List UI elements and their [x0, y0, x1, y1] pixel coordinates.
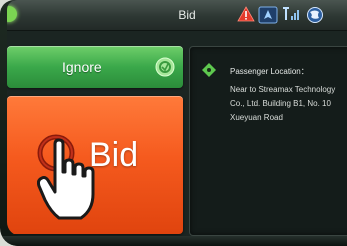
passenger-info-panel: Passenger Location： Near to Streamax Tec… — [189, 46, 347, 236]
ignore-button[interactable]: Ignore — [7, 46, 183, 88]
warning-icon — [237, 6, 255, 22]
address-line: Near to Streamax Technology — [230, 85, 336, 94]
address-line: Xueyuan Road — [230, 113, 283, 122]
bid-button[interactable]: Bid — [7, 96, 183, 234]
status-bar: Bid — [7, 0, 347, 31]
address-line: Co., Ltd. Building B1, No. 10 — [230, 99, 331, 108]
device-bottom-bezel — [0, 236, 347, 246]
home-icon[interactable] — [7, 6, 17, 22]
device-frame: Bid Ignore Bid Passenger Location： Near … — [0, 0, 347, 246]
globe-icon — [307, 7, 323, 23]
screen: Bid Ignore Bid Passenger Location： Near … — [7, 0, 347, 236]
navigation-icon[interactable] — [258, 6, 278, 24]
signal-icon — [283, 7, 299, 20]
tap-hand-icon — [37, 138, 95, 220]
ignore-circle-icon — [155, 57, 175, 77]
passenger-location-label: Passenger Location： — [230, 67, 309, 76]
location-marker-icon — [202, 63, 216, 77]
passenger-address: Near to Streamax Technology Co., Ltd. Bu… — [230, 83, 347, 125]
status-title: Bid — [178, 8, 196, 22]
ignore-label: Ignore — [62, 59, 102, 75]
